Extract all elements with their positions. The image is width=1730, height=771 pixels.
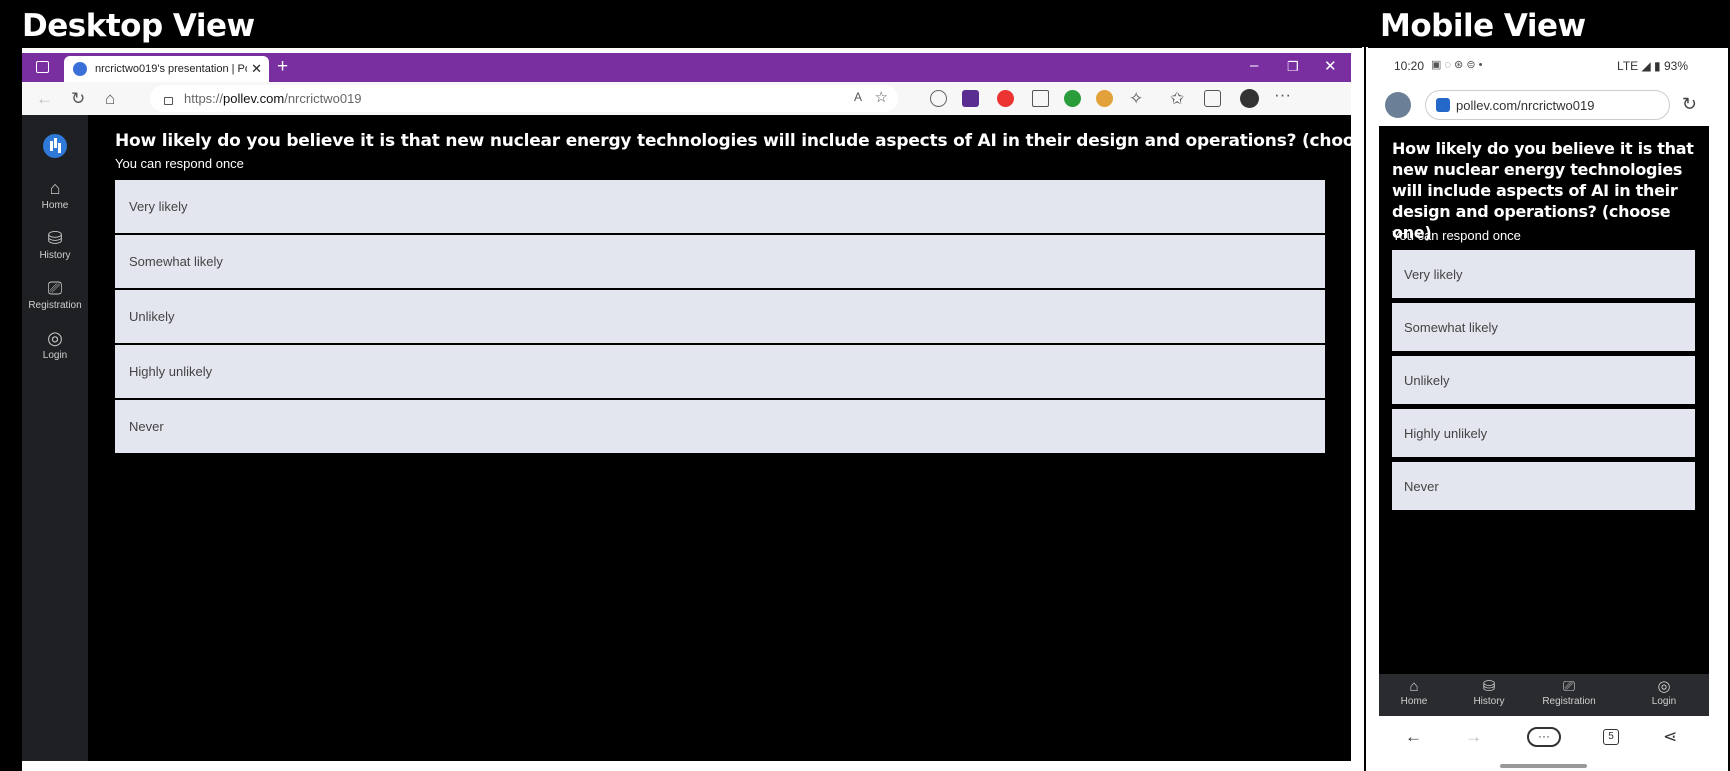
nav-home[interactable]: ⌂ Home <box>1379 678 1449 707</box>
more-options-icon[interactable]: ··· <box>1274 85 1291 105</box>
login-icon: ◎ <box>47 328 63 348</box>
poll-option-very-likely[interactable]: Very likely <box>115 180 1325 233</box>
status-signal: LTE ◢ ▮ 93% <box>1617 59 1688 73</box>
mobile-address-bar[interactable]: pollev.com/nrcrictwo019 <box>1425 90 1670 120</box>
mobile-screen: 10:20 ▣ ◌ ⊛ ⊜ • LTE ◢ ▮ 93% pollev.com/n… <box>1379 48 1709 771</box>
reload-icon[interactable]: ↻ <box>71 89 85 109</box>
back-icon[interactable]: ← <box>1405 727 1422 747</box>
poll-option-somewhat-likely[interactable]: Somewhat likely <box>1392 303 1695 351</box>
poll-subtitle: You can respond once <box>115 156 244 171</box>
nav-history[interactable]: ⛁ History <box>1454 678 1524 707</box>
poll-option-never[interactable]: Never <box>115 400 1325 453</box>
poll-option-unlikely[interactable]: Unlikely <box>115 290 1325 343</box>
favorites-icon[interactable]: ✩ <box>1170 89 1184 109</box>
poll-option-highly-unlikely[interactable]: Highly unlikely <box>1392 409 1695 457</box>
minimize-icon[interactable]: – <box>1250 57 1258 74</box>
extensions-puzzle-icon[interactable]: ✧ <box>1129 89 1143 109</box>
poll-main: How likely do you believe it is that new… <box>88 115 1351 761</box>
sidebar-item-label: Registration <box>28 300 82 311</box>
tab-count-icon[interactable]: 5 <box>1603 729 1619 745</box>
adblock-icon[interactable] <box>997 90 1014 107</box>
mobile-bottom-nav: ⌂ Home ⛁ History ⎚ Registration ◎ Login <box>1379 674 1709 716</box>
home-icon: ⌂ <box>1409 678 1419 695</box>
nav-registration[interactable]: ⎚ Registration <box>1534 678 1604 707</box>
address-bar[interactable]: https://pollev.com/nrcrictwo019 A ☆ <box>150 85 898 112</box>
mobile-url: pollev.com/nrcrictwo019 <box>1456 97 1595 113</box>
sidebar-item-login[interactable]: ◎ Login <box>22 328 88 361</box>
nav-label: Home <box>1400 696 1428 707</box>
mobile-view-label: Mobile View <box>1380 8 1586 44</box>
browser-toolbar: ← ↻ ⌂ https://pollev.com/nrcrictwo019 A … <box>22 82 1351 115</box>
home-icon[interactable]: ⌂ <box>105 89 115 109</box>
mobile-browser-toolbar: ← → ··· 5 ⋖ <box>1379 716 1709 771</box>
pollev-logo-icon[interactable] <box>43 134 67 158</box>
poll-option-somewhat-likely[interactable]: Somewhat likely <box>115 235 1325 288</box>
poll-option-highly-unlikely[interactable]: Highly unlikely <box>115 345 1325 398</box>
history-icon: ⛁ <box>1482 678 1496 695</box>
read-aloud-icon[interactable]: A <box>854 90 862 104</box>
back-icon[interactable]: ← <box>36 89 53 109</box>
nav-label: History <box>1473 696 1505 707</box>
extension-color-icon[interactable] <box>1096 90 1113 107</box>
mobile-poll: How likely do you believe it is that new… <box>1379 126 1709 674</box>
window-close-icon[interactable]: ✕ <box>1324 57 1337 75</box>
sidebar-item-label: History <box>39 250 71 261</box>
sidebar-item-label: Login <box>42 350 68 361</box>
history-icon: ⛁ <box>47 228 63 248</box>
url-path: /nrcrictwo019 <box>284 91 362 106</box>
new-tab-icon[interactable]: + <box>277 56 288 78</box>
desktop-browser-window: nrcrictwo019's presentation | Poll ✕ + –… <box>22 53 1351 761</box>
extension-purple-icon[interactable] <box>962 90 979 107</box>
status-bar: 10:20 ▣ ◌ ⊛ ⊜ • LTE ◢ ▮ 93% <box>1379 48 1709 78</box>
collections-icon[interactable] <box>1204 90 1221 107</box>
browser-tab-bar: nrcrictwo019's presentation | Poll ✕ + –… <box>22 53 1351 82</box>
poll-option-very-likely[interactable]: Very likely <box>1392 250 1695 298</box>
url-prefix: https:// <box>184 91 224 106</box>
nav-label: Registration <box>1542 696 1596 707</box>
forward-icon[interactable]: → <box>1465 727 1482 747</box>
desktop-view-label: Desktop View <box>22 8 255 44</box>
view-divider <box>1364 45 1366 771</box>
header-rule-left <box>22 45 1362 48</box>
registration-icon: ⎚ <box>1562 678 1575 695</box>
login-icon: ◎ <box>1657 678 1671 695</box>
home-indicator <box>1500 764 1587 768</box>
more-options-icon[interactable]: ··· <box>1527 727 1561 747</box>
poll-subtitle: You can respond once <box>1392 228 1521 243</box>
restore-icon[interactable]: ❐ <box>1287 59 1299 75</box>
reload-icon[interactable]: ↻ <box>1682 94 1697 115</box>
url-host: pollev.com <box>223 91 285 106</box>
tab-close-icon[interactable]: ✕ <box>251 61 262 77</box>
avatar[interactable] <box>1385 92 1411 118</box>
share-icon[interactable]: ⋖ <box>1663 727 1677 747</box>
sidebar-item-history[interactable]: ⛁ History <box>22 228 88 261</box>
home-icon: ⌂ <box>49 178 61 198</box>
browser-tab[interactable]: nrcrictwo019's presentation | Poll ✕ <box>64 56 269 82</box>
sidebar-toggle-icon[interactable] <box>36 61 49 73</box>
favorite-add-icon[interactable]: ☆ <box>875 88 888 106</box>
tab-title: nrcrictwo019's presentation | Poll <box>95 63 247 75</box>
lock-icon <box>164 96 173 105</box>
sidebar-item-home[interactable]: ⌂ Home <box>22 178 88 211</box>
pollev-sidebar: ⌂ Home ⛁ History ⎚ Registration ◎ Login <box>22 115 88 761</box>
sidebar-item-registration[interactable]: ⎚ Registration <box>22 278 88 311</box>
status-time: 10:20 <box>1394 59 1425 73</box>
sidebar-item-label: Home <box>41 200 69 211</box>
poll-option-never[interactable]: Never <box>1392 462 1695 510</box>
poll-option-unlikely[interactable]: Unlikely <box>1392 356 1695 404</box>
extension-check-icon[interactable] <box>930 90 947 107</box>
nav-login[interactable]: ◎ Login <box>1629 678 1699 707</box>
poll-question: How likely do you believe it is that new… <box>115 131 1351 151</box>
profile-avatar-icon[interactable] <box>1240 89 1259 108</box>
extension-green-icon[interactable] <box>1064 90 1081 107</box>
screenshot-icon[interactable] <box>1032 90 1049 107</box>
registration-icon: ⎚ <box>47 278 63 298</box>
notification-icons: ▣ ◌ ⊛ ⊜ • <box>1431 59 1483 71</box>
nav-label: Login <box>1651 696 1677 707</box>
mobile-address-row: pollev.com/nrcrictwo019 ↻ <box>1379 82 1709 126</box>
pollev-favicon-icon <box>73 62 87 76</box>
site-info-icon[interactable] <box>1436 98 1450 112</box>
